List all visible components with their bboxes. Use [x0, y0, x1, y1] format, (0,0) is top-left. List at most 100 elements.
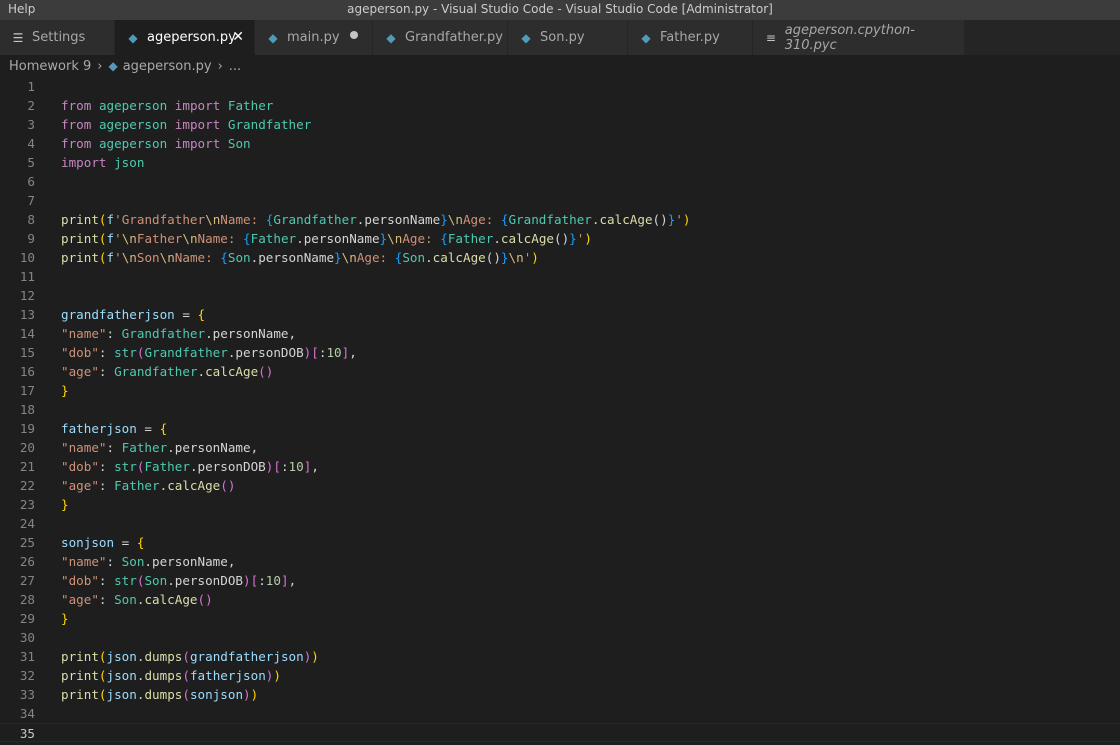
code-line[interactable]: 15 "dob": str(Grandfather.personDOB)[:10]…	[0, 343, 1120, 362]
code-line[interactable]: 9 print(f'\nFather\nName: {Father.personN…	[0, 229, 1120, 248]
tab-label: Father.py	[660, 30, 720, 45]
code-line[interactable]: 12	[0, 286, 1120, 305]
code-line[interactable]: 31 print(json.dumps(grandfatherjson))	[0, 647, 1120, 666]
code-line[interactable]: 2 from ageperson import Father	[0, 96, 1120, 115]
code-line[interactable]: 13 grandfatherjson = {	[0, 305, 1120, 324]
line-number: 3	[27, 117, 35, 132]
line-number: 27	[19, 573, 35, 588]
breadcrumb-file[interactable]: ageperson.py	[123, 59, 212, 74]
code-line[interactable]: 17}	[0, 381, 1120, 400]
code-line[interactable]: 11	[0, 267, 1120, 286]
breadcrumb-symbols[interactable]: ...	[229, 59, 241, 74]
unsaved-dot-icon[interactable]	[350, 31, 358, 39]
code-line[interactable]: 7	[0, 191, 1120, 210]
line-number: 24	[19, 516, 35, 531]
tab-main-py[interactable]: ◆ main.py	[255, 20, 373, 55]
code-line[interactable]: 6	[0, 172, 1120, 191]
code-editor[interactable]: 1 2 from ageperson import Father 3 from agep…	[0, 77, 1120, 745]
tab-label: ageperson.py	[147, 30, 236, 45]
code-line[interactable]: 27 "dob": str(Son.personDOB)[:10],	[0, 571, 1120, 590]
code-line[interactable]: 22 "age": Father.calcAge()	[0, 476, 1120, 495]
tab-father-py[interactable]: ◆ Father.py	[628, 20, 753, 55]
code-line[interactable]: 32 print(json.dumps(fatherjson))	[0, 666, 1120, 685]
tab-settings[interactable]: ☰ Settings	[0, 20, 115, 55]
code-line[interactable]: 30	[0, 628, 1120, 647]
breadcrumb-folder[interactable]: Homework 9	[9, 59, 91, 74]
line-number: 34	[19, 706, 35, 721]
code-line[interactable]: 19 fatherjson = {	[0, 419, 1120, 438]
breadcrumb: Homework 9 › ◆ ageperson.py › ...	[0, 55, 1120, 77]
python-file-icon: ◆	[108, 59, 118, 73]
line-number: 9	[27, 231, 35, 246]
tab-label: Grandfather.py	[405, 30, 503, 45]
code-text: print(f'\nFather\nName: {Father.personNa…	[61, 231, 592, 246]
tab-label: Settings	[32, 30, 86, 45]
line-number: 1	[27, 79, 35, 94]
code-line[interactable]: 34	[0, 704, 1120, 723]
binary-file-icon: ≡	[765, 30, 776, 45]
tab-label: main.py	[287, 30, 340, 45]
code-line[interactable]: 4 from ageperson import Son	[0, 134, 1120, 153]
code-line[interactable]: 5 import json	[0, 153, 1120, 172]
line-number: 10	[19, 250, 35, 265]
code-text: from ageperson import Grandfather	[61, 117, 312, 132]
line-number: 29	[19, 611, 35, 626]
code-line[interactable]: 21 "dob": str(Father.personDOB)[:10],	[0, 457, 1120, 476]
python-file-icon: ◆	[128, 30, 138, 45]
tab-label: Son.py	[540, 30, 585, 45]
tab-ageperson-cpython-310-pyc[interactable]: ≡ ageperson.cpython-310.pyc	[753, 20, 965, 55]
code-line[interactable]: 1	[0, 77, 1120, 96]
line-number: 4	[27, 136, 35, 151]
line-number: 7	[27, 193, 35, 208]
python-file-icon: ◆	[386, 30, 396, 45]
code-line[interactable]: 23}	[0, 495, 1120, 514]
tab-son-py[interactable]: ◆ Son.py	[508, 20, 628, 55]
code-text: "dob": str(Son.personDOB)[:10],	[61, 573, 297, 588]
code-text: print(json.dumps(fatherjson))	[61, 668, 281, 683]
line-number: 2	[27, 98, 35, 113]
code-line[interactable]: 33 print(json.dumps(sonjson))	[0, 685, 1120, 704]
code-text: print(json.dumps(sonjson))	[61, 687, 259, 702]
code-text: "dob": str(Grandfather.personDOB)[:10],	[61, 345, 357, 360]
line-number: 16	[19, 364, 35, 379]
code-line[interactable]: 14 "name": Grandfather.personName,	[0, 324, 1120, 343]
line-number: 19	[19, 421, 35, 436]
code-text: "age": Father.calcAge()	[61, 478, 236, 493]
code-line[interactable]: 24	[0, 514, 1120, 533]
code-line[interactable]: 10 print(f'\nSon\nName: {Son.personName}\…	[0, 248, 1120, 267]
tab-grandfather-py[interactable]: ◆ Grandfather.py	[373, 20, 508, 55]
line-number: 30	[19, 630, 35, 645]
code-line[interactable]: 18	[0, 400, 1120, 419]
line-number: 23	[19, 497, 35, 512]
code-text: print(json.dumps(grandfatherjson))	[61, 649, 319, 664]
code-text: }	[61, 497, 69, 512]
code-line[interactable]: 16 "age": Grandfather.calcAge()	[0, 362, 1120, 381]
code-line[interactable]: 26 "name": Son.personName,	[0, 552, 1120, 571]
line-number: 32	[19, 668, 35, 683]
python-file-icon: ◆	[268, 30, 278, 45]
code-line[interactable]: 29}	[0, 609, 1120, 628]
code-line[interactable]: 3 from ageperson import Grandfather	[0, 115, 1120, 134]
tab-ageperson-py[interactable]: ◆ ageperson.py ✕	[115, 20, 255, 55]
code-text: from ageperson import Father	[61, 98, 274, 113]
line-number: 22	[19, 478, 35, 493]
chevron-right-icon: ›	[97, 58, 103, 74]
code-text: print(f'Grandfather\nName: {Grandfather.…	[61, 212, 691, 227]
code-line[interactable]: 8 print(f'Grandfather\nName: {Grandfather…	[0, 210, 1120, 229]
close-icon[interactable]: ✕	[232, 29, 244, 45]
code-line[interactable]: 35	[0, 723, 1120, 742]
code-text: "age": Son.calcAge()	[61, 592, 213, 607]
code-text: sonjson = {	[61, 535, 145, 550]
code-text: }	[61, 383, 69, 398]
line-number: 14	[19, 326, 35, 341]
line-number: 18	[19, 402, 35, 417]
code-text: "dob": str(Father.personDOB)[:10],	[61, 459, 319, 474]
code-text: "name": Son.personName,	[61, 554, 236, 569]
code-line[interactable]: 25 sonjson = {	[0, 533, 1120, 552]
line-number: 20	[19, 440, 35, 455]
code-text: fatherjson = {	[61, 421, 168, 436]
code-line[interactable]: 28 "age": Son.calcAge()	[0, 590, 1120, 609]
code-line[interactable]: 20 "name": Father.personName,	[0, 438, 1120, 457]
code-text: "age": Grandfather.calcAge()	[61, 364, 274, 379]
window-title: ageperson.py - Visual Studio Code - Visu…	[347, 2, 773, 16]
